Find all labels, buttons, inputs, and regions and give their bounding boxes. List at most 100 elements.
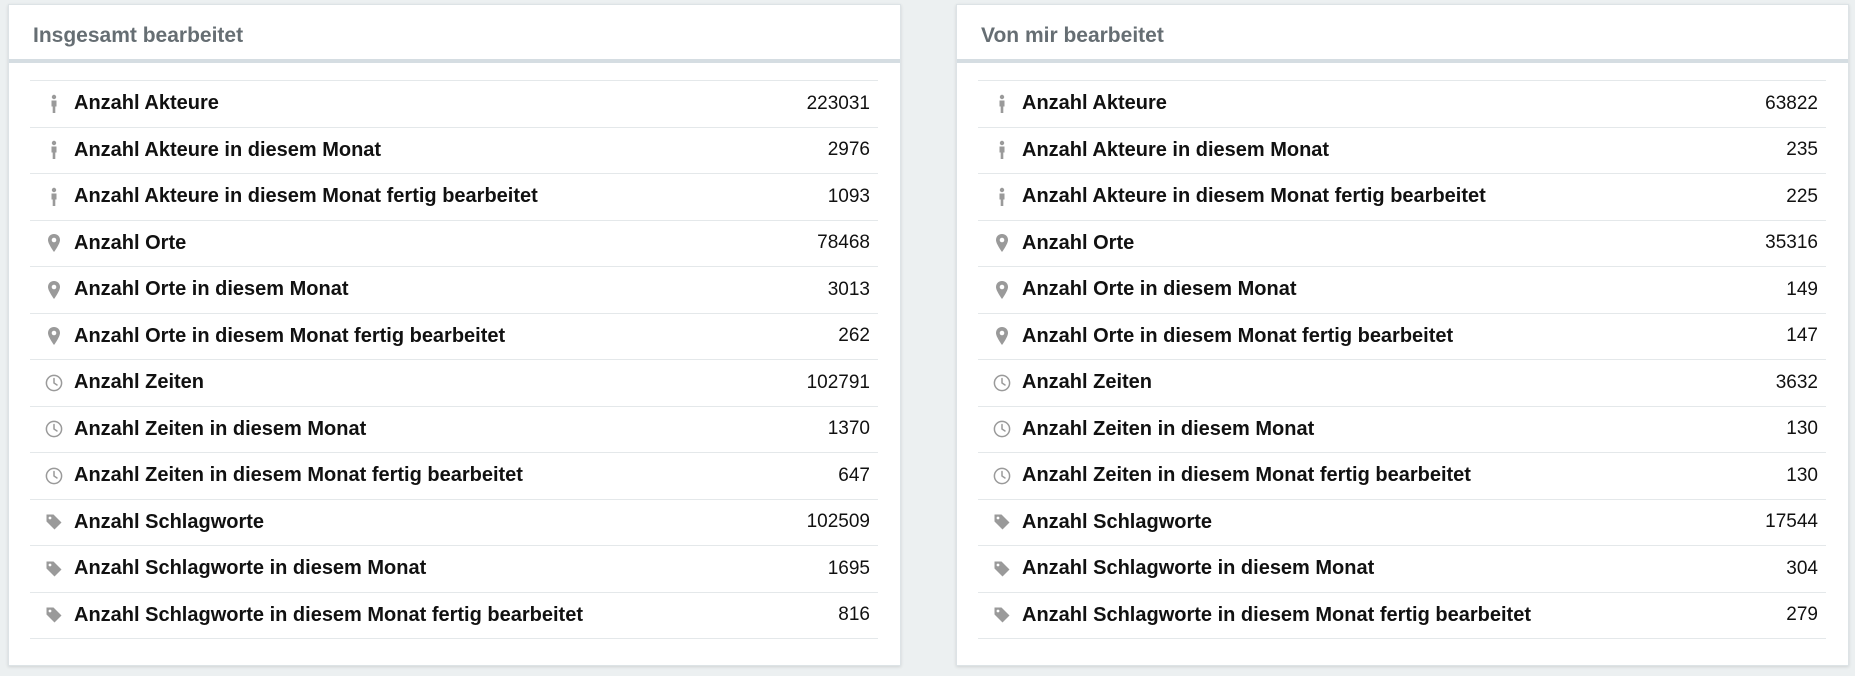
stat-label: Anzahl Akteure in diesem Monat bbox=[74, 138, 382, 161]
stat-row: Anzahl Orte in diesem Monat fertig bearb… bbox=[978, 314, 1826, 360]
map-marker-icon bbox=[990, 278, 1014, 302]
clock-icon bbox=[42, 417, 66, 441]
stat-row: Anzahl Schlagworte in diesem Monat ferti… bbox=[978, 593, 1826, 639]
panel-title: Insgesamt bearbeitet bbox=[9, 5, 900, 63]
stat-label: Anzahl Orte in diesem Monat fertig bearb… bbox=[74, 324, 506, 347]
stats-table: Anzahl Akteure 223031 Anzahl Akteure in di… bbox=[30, 80, 878, 639]
stat-row: Anzahl Zeiten in diesem Monat fertig bea… bbox=[978, 453, 1826, 500]
stat-value: 3013 bbox=[827, 278, 870, 300]
stat-value: 235 bbox=[1786, 139, 1818, 161]
stat-row: Anzahl Akteure in diesem Monat fertig be… bbox=[30, 174, 878, 221]
stat-value: 130 bbox=[1786, 464, 1818, 486]
stat-value: 63822 bbox=[1765, 92, 1818, 114]
stat-row: Anzahl Schlagworte in diesem Monat ferti… bbox=[30, 593, 878, 639]
clock-icon bbox=[990, 464, 1014, 488]
stat-value: 147 bbox=[1786, 325, 1818, 347]
stat-value: 130 bbox=[1786, 418, 1818, 440]
stat-row: Anzahl Akteure 63822 bbox=[978, 81, 1826, 128]
stat-label: Anzahl Schlagworte in diesem Monat ferti… bbox=[74, 603, 583, 626]
stat-value: 225 bbox=[1786, 185, 1818, 207]
stat-value: 17544 bbox=[1765, 511, 1818, 533]
stats-panel-mine: Von mir bearbeitet Anzahl Akteure 63822 An… bbox=[956, 4, 1849, 666]
stat-row: Anzahl Orte 78468 bbox=[30, 221, 878, 267]
stat-label: Anzahl Orte in diesem Monat fertig bearb… bbox=[1022, 324, 1454, 347]
stat-label: Anzahl Orte bbox=[74, 231, 187, 254]
stat-row: Anzahl Schlagworte 102509 bbox=[30, 500, 878, 546]
tag-icon bbox=[42, 510, 66, 534]
stat-label: Anzahl Zeiten bbox=[1022, 371, 1153, 394]
stat-label: Anzahl Orte bbox=[1022, 231, 1135, 254]
stat-label: Anzahl Schlagworte in diesem Monat ferti… bbox=[1022, 603, 1531, 626]
stat-value: 223031 bbox=[806, 92, 870, 114]
stat-value: 262 bbox=[838, 325, 870, 347]
panel-title: Von mir bearbeitet bbox=[957, 5, 1848, 63]
stat-label: Anzahl Zeiten in diesem Monat fertig bea… bbox=[1022, 464, 1471, 487]
stat-label: Anzahl Zeiten in diesem Monat bbox=[1022, 417, 1315, 440]
person-icon bbox=[42, 185, 66, 209]
stat-row: Anzahl Schlagworte in diesem Monat 1695 bbox=[30, 546, 878, 593]
stat-row: Anzahl Akteure in diesem Monat fertig be… bbox=[978, 174, 1826, 221]
stat-row: Anzahl Schlagworte in diesem Monat 304 bbox=[978, 546, 1826, 593]
stat-label: Anzahl Schlagworte bbox=[1022, 510, 1213, 533]
stat-label: Anzahl Zeiten in diesem Monat bbox=[74, 417, 367, 440]
stat-value: 1370 bbox=[827, 418, 870, 440]
tag-icon bbox=[990, 510, 1014, 534]
stat-label: Anzahl Akteure in diesem Monat bbox=[1022, 138, 1330, 161]
stat-value: 149 bbox=[1786, 278, 1818, 300]
stat-label: Anzahl Zeiten in diesem Monat fertig bea… bbox=[74, 464, 523, 487]
stat-value: 816 bbox=[838, 604, 870, 626]
clock-icon bbox=[990, 371, 1014, 395]
stat-value: 102791 bbox=[806, 371, 870, 393]
map-marker-icon bbox=[42, 324, 66, 348]
person-icon bbox=[42, 138, 66, 162]
stat-value: 647 bbox=[838, 464, 870, 486]
stat-row: Anzahl Orte in diesem Monat fertig bearb… bbox=[30, 314, 878, 360]
stats-table: Anzahl Akteure 63822 Anzahl Akteure in die… bbox=[978, 80, 1826, 639]
stat-value: 2976 bbox=[827, 139, 870, 161]
stat-row: Anzahl Zeiten in diesem Monat 1370 bbox=[30, 407, 878, 453]
stat-value: 1695 bbox=[827, 557, 870, 579]
clock-icon bbox=[42, 464, 66, 488]
map-marker-icon bbox=[990, 324, 1014, 348]
stat-row: Anzahl Orte in diesem Monat 3013 bbox=[30, 267, 878, 314]
stat-value: 35316 bbox=[1765, 232, 1818, 254]
stat-label: Anzahl Akteure bbox=[74, 92, 219, 115]
stat-label: Anzahl Akteure in diesem Monat fertig be… bbox=[1022, 185, 1486, 208]
stat-row: Anzahl Akteure in diesem Monat 2976 bbox=[30, 128, 878, 174]
stat-row: Anzahl Orte 35316 bbox=[978, 221, 1826, 267]
stat-value: 102509 bbox=[806, 511, 870, 533]
stat-row: Anzahl Zeiten in diesem Monat fertig bea… bbox=[30, 453, 878, 500]
stat-row: Anzahl Schlagworte 17544 bbox=[978, 500, 1826, 546]
person-icon bbox=[42, 92, 66, 116]
stat-value: 78468 bbox=[817, 232, 870, 254]
person-icon bbox=[990, 92, 1014, 116]
stat-row: Anzahl Orte in diesem Monat 149 bbox=[978, 267, 1826, 314]
stat-value: 279 bbox=[1786, 604, 1818, 626]
clock-icon bbox=[990, 417, 1014, 441]
tag-icon bbox=[990, 603, 1014, 627]
stat-label: Anzahl Schlagworte bbox=[74, 510, 265, 533]
stat-value: 3632 bbox=[1775, 371, 1818, 393]
person-icon bbox=[990, 138, 1014, 162]
stat-label: Anzahl Zeiten bbox=[74, 371, 205, 394]
dashboard: Insgesamt bearbeitet Anzahl Akteure 22303… bbox=[0, 0, 1855, 676]
stat-row: Anzahl Akteure in diesem Monat 235 bbox=[978, 128, 1826, 174]
stat-label: Anzahl Akteure bbox=[1022, 92, 1167, 115]
stat-row: Anzahl Akteure 223031 bbox=[30, 81, 878, 128]
stat-row: Anzahl Zeiten 102791 bbox=[30, 360, 878, 407]
stat-value: 1093 bbox=[827, 185, 870, 207]
map-marker-icon bbox=[42, 231, 66, 255]
stat-label: Anzahl Orte in diesem Monat bbox=[1022, 278, 1297, 301]
stat-row: Anzahl Zeiten in diesem Monat 130 bbox=[978, 407, 1826, 453]
stat-row: Anzahl Zeiten 3632 bbox=[978, 360, 1826, 407]
stat-value: 304 bbox=[1786, 557, 1818, 579]
stat-label: Anzahl Schlagworte in diesem Monat bbox=[74, 557, 427, 580]
tag-icon bbox=[42, 557, 66, 581]
stat-label: Anzahl Orte in diesem Monat bbox=[74, 278, 349, 301]
tag-icon bbox=[990, 557, 1014, 581]
map-marker-icon bbox=[42, 278, 66, 302]
tag-icon bbox=[42, 603, 66, 627]
stat-label: Anzahl Schlagworte in diesem Monat bbox=[1022, 557, 1375, 580]
stat-label: Anzahl Akteure in diesem Monat fertig be… bbox=[74, 185, 538, 208]
stats-panel-total: Insgesamt bearbeitet Anzahl Akteure 22303… bbox=[8, 4, 901, 666]
